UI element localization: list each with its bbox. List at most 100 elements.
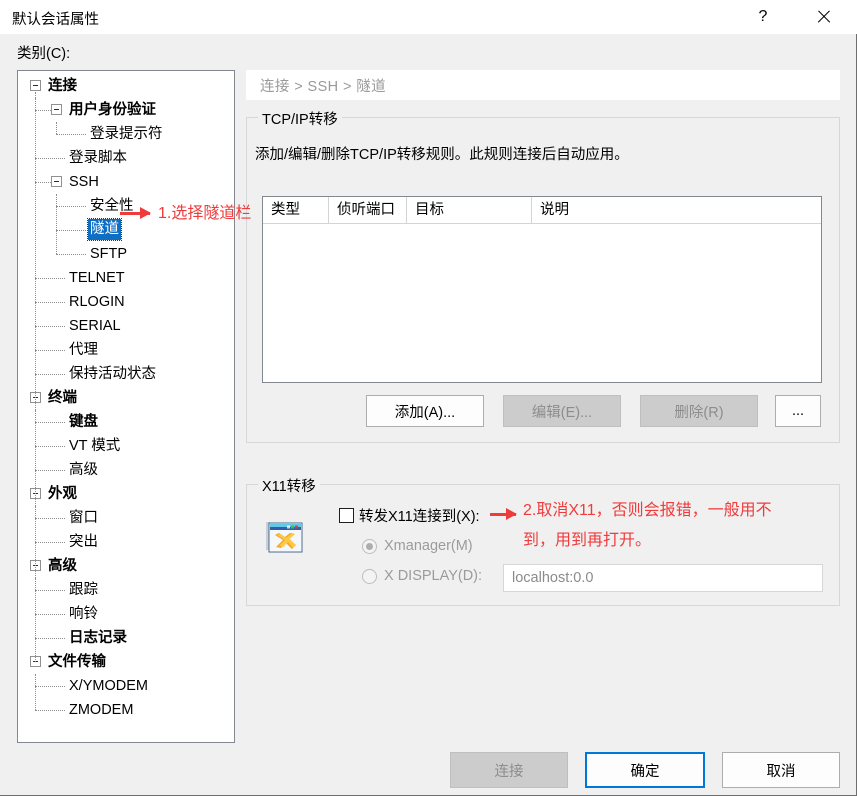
tree-item-label: 登录脚本 xyxy=(69,150,127,166)
title-bar: 默认会话属性 ? xyxy=(0,0,857,34)
tree-expander-icon[interactable] xyxy=(30,80,41,91)
delete-button[interactable]: 删除(R) xyxy=(640,395,758,427)
edit-button[interactable]: 编辑(E)... xyxy=(503,395,621,427)
annotation-note-2-line1: 2.取消X11，否则会报错，一般用不 xyxy=(523,502,772,519)
tree-connector-line xyxy=(35,590,65,592)
close-icon[interactable] xyxy=(800,0,846,33)
tcpip-description: 添加/编辑/删除TCP/IP转移规则。此规则连接后自动应用。 xyxy=(255,147,629,163)
more-button[interactable]: ... xyxy=(775,395,821,427)
tree-item-label: X/YMODEM xyxy=(69,678,148,694)
tree-item-label: 响铃 xyxy=(69,606,98,622)
tree-connector-line xyxy=(35,638,65,640)
annotation-arrow-2 xyxy=(490,508,517,520)
tree-connector-line xyxy=(35,110,51,112)
tree-item-label: 突出 xyxy=(69,534,98,550)
table-column-header[interactable]: 侦听端口 xyxy=(329,197,407,223)
tree-connector-line xyxy=(56,254,86,256)
table-column-header[interactable]: 目标 xyxy=(407,197,532,223)
tcpip-rules-table[interactable]: 类型 侦听端口 目标 说明 xyxy=(262,196,822,383)
xmanager-radio[interactable] xyxy=(362,538,377,554)
tree-connector-line xyxy=(35,674,37,710)
tree-connector-line xyxy=(35,614,65,616)
tree-item-label: 用户身份验证 xyxy=(69,102,156,118)
tree-item-label: 文件传输 xyxy=(48,654,106,670)
tree-connector-line xyxy=(56,134,86,136)
tree-item-label: SSH xyxy=(69,174,99,190)
tree-item-label: 终端 xyxy=(48,390,77,406)
tree-item-label: TELNET xyxy=(69,270,125,286)
xmanager-icon xyxy=(266,522,303,553)
tcpip-group-title: TCP/IP转移 xyxy=(258,108,342,129)
tree-connector-line xyxy=(56,122,58,134)
breadcrumb: 连接 > SSH > 隧道 xyxy=(246,70,840,100)
tree-connector-line xyxy=(35,422,65,424)
xdisplay-radio-row[interactable]: X DISPLAY(D): xyxy=(362,568,482,584)
tree-item-label: 日志记录 xyxy=(69,630,127,646)
tree-item-label: 键盘 xyxy=(69,414,98,430)
tree-expander-icon[interactable] xyxy=(51,176,62,187)
tree-item-label: 高级 xyxy=(69,462,98,478)
dialog-window: 默认会话属性 ? 类别(C): 连接 用户身份验证 登录提示符 登录脚本 SSH 安全性隧… xyxy=(0,0,857,796)
connect-button[interactable]: 连接 xyxy=(450,752,568,788)
tree-connector-line xyxy=(35,686,65,688)
tree-item-label: ZMODEM xyxy=(69,702,134,718)
tree-expander-icon[interactable] xyxy=(51,104,62,115)
table-header-row: 类型 侦听端口 目标 说明 xyxy=(263,197,821,224)
forward-x11-label: 转发X11连接到(X): xyxy=(359,509,480,525)
tree-item-label: 隧道 xyxy=(87,218,122,241)
tree-item-label: 外观 xyxy=(48,486,77,502)
tree-connector-line xyxy=(35,326,65,328)
annotation-note-1: 1.选择隧道栏 xyxy=(158,205,252,222)
category-label: 类别(C): xyxy=(17,46,71,62)
tree-connector-line xyxy=(35,182,51,184)
category-tree[interactable]: 连接 用户身份验证 登录提示符 登录脚本 SSH 安全性 隧道 SFTP TELNET RLOGI… xyxy=(17,70,235,743)
tree-connector-line xyxy=(35,518,65,520)
tree-connector-line xyxy=(35,350,65,352)
cancel-button[interactable]: 取消 xyxy=(722,752,840,788)
tree-item-高级[interactable]: 高级 xyxy=(18,554,234,578)
tree-item-终端[interactable]: 终端 xyxy=(18,386,234,410)
tree-item-label: SFTP xyxy=(90,246,128,262)
tree-connector-line xyxy=(35,410,37,470)
x-display-input[interactable]: localhost:0.0 xyxy=(503,564,823,592)
annotation-arrow-1 xyxy=(120,207,151,219)
x11-group-title: X11转移 xyxy=(258,475,320,496)
window-title: 默认会话属性 xyxy=(12,12,99,28)
tree-item-label: 高级 xyxy=(48,558,77,574)
tree-item-label: 代理 xyxy=(69,342,98,358)
tree-connector-line xyxy=(35,506,37,542)
tree-connector-line xyxy=(35,278,65,280)
tree-item-label: 窗口 xyxy=(69,510,98,526)
annotation-note-2: 2.取消X11，否则会报错，一般用不 到，用到再打开。 xyxy=(523,496,772,556)
xdisplay-radio[interactable] xyxy=(362,568,377,584)
forward-x11-checkbox[interactable] xyxy=(339,508,354,523)
tree-connector-line xyxy=(35,470,65,472)
tree-item-label: 跟踪 xyxy=(69,582,98,598)
tree-connector-line xyxy=(35,374,65,376)
tree-item-label: RLOGIN xyxy=(69,294,125,310)
tree-item-label: 保持活动状态 xyxy=(69,366,156,382)
tree-connector-line xyxy=(35,542,65,544)
tree-item-连接[interactable]: 连接 xyxy=(18,74,234,98)
tree-connector-line xyxy=(35,446,65,448)
table-column-header[interactable]: 类型 xyxy=(263,197,329,223)
tree-connector-line xyxy=(35,578,37,638)
forward-x11-checkbox-row[interactable]: 转发X11连接到(X): xyxy=(339,505,480,526)
help-icon[interactable]: ? xyxy=(740,0,786,33)
tree-item-外观[interactable]: 外观 xyxy=(18,482,234,506)
tree-item-label: VT 模式 xyxy=(69,438,121,454)
tree-item-文件传输[interactable]: 文件传输 xyxy=(18,650,234,674)
add-button[interactable]: 添加(A)... xyxy=(366,395,484,427)
tree-connector-line xyxy=(56,206,86,208)
tree-connector-line xyxy=(56,194,58,254)
ok-button[interactable]: 确定 xyxy=(585,752,705,788)
tree-item-label: 登录提示符 xyxy=(90,126,163,142)
xmanager-label: Xmanager(M) xyxy=(384,538,473,554)
tree-item-label: 连接 xyxy=(48,78,77,94)
annotation-note-2-line2: 到，用到再打开。 xyxy=(523,532,652,549)
tree-item-SFTP[interactable]: SFTP xyxy=(18,242,234,266)
xmanager-radio-row[interactable]: Xmanager(M) xyxy=(362,538,473,554)
table-column-header[interactable]: 说明 xyxy=(532,197,821,223)
tree-connector-line xyxy=(35,158,65,160)
tree-item-登录提示符[interactable]: 登录提示符 xyxy=(18,122,234,146)
